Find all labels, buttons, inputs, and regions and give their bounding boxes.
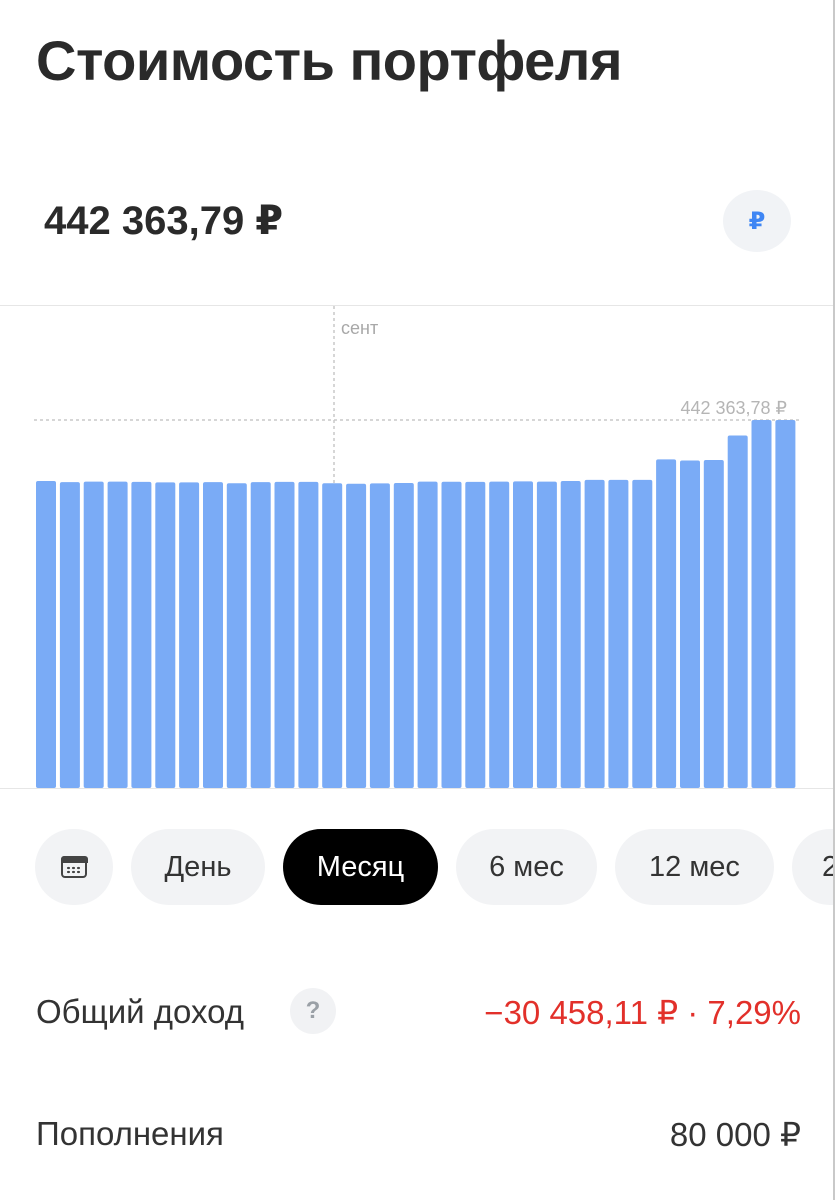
chart-bar	[513, 481, 533, 788]
chart-bar	[83, 481, 104, 788]
chart-bar	[489, 481, 510, 788]
chart-bar	[59, 482, 80, 788]
period-6m-button[interactable]: 6 мес	[456, 829, 597, 905]
question-icon: ?	[305, 997, 321, 1024]
period-selector: День Месяц 6 мес 12 мес 2	[0, 828, 833, 908]
chart-bar	[608, 479, 629, 788]
calendar-icon	[60, 855, 88, 878]
help-button[interactable]: ?	[290, 988, 336, 1034]
period-12m-button[interactable]: 12 мес	[615, 829, 774, 905]
chart-svg: сент 442 363,78 ₽	[34, 306, 800, 788]
chart-bar	[393, 483, 414, 788]
chart-bar	[680, 460, 700, 788]
chart-bar	[584, 479, 605, 788]
portfolio-value: 442 363,79 ₽	[44, 199, 284, 243]
chart-bar	[322, 483, 343, 788]
calendar-button[interactable]	[35, 829, 113, 905]
chart-bar	[346, 483, 367, 788]
total-income-value: −30 458,11 ₽ · 7,29%	[484, 994, 801, 1031]
chart-bar	[298, 481, 319, 788]
chart-bar	[203, 482, 223, 788]
chart-bar	[727, 435, 748, 788]
chart-bar	[417, 481, 438, 788]
chart-bar	[179, 482, 200, 788]
chart-bar	[441, 481, 462, 788]
bar-group	[36, 420, 796, 788]
deposits-value: 80 000 ₽	[669, 1116, 801, 1153]
max-value-label: 442 363,78 ₽	[680, 398, 787, 418]
chart-bar	[703, 460, 724, 788]
chart-bar	[250, 482, 271, 788]
chart-bar	[751, 420, 772, 788]
chart-bar	[775, 420, 796, 788]
chart-bar	[107, 481, 128, 788]
chart-bar	[536, 481, 557, 788]
currency-button[interactable]: ₽	[723, 190, 791, 252]
chart-bar	[656, 459, 677, 788]
total-income-label: Общий доход	[36, 993, 245, 1030]
chart-bar	[155, 482, 176, 788]
chart-bar	[465, 481, 486, 788]
period-more-button[interactable]: 2	[792, 829, 833, 905]
period-month-button[interactable]: Месяц	[283, 829, 438, 905]
chart-bar	[36, 481, 56, 788]
month-marker-label: сент	[341, 318, 378, 338]
chart-bar	[369, 483, 390, 788]
portfolio-chart[interactable]: сент 442 363,78 ₽	[0, 305, 833, 789]
deposits-label: Пополнения	[36, 1115, 224, 1152]
page-title: Стоимость портфеля	[36, 29, 623, 92]
period-day-button[interactable]: День	[131, 829, 265, 905]
chart-bar	[131, 481, 152, 788]
chart-bar	[632, 479, 653, 788]
chart-bar	[274, 481, 295, 788]
chart-bar	[226, 483, 247, 788]
ruble-icon: ₽	[748, 207, 766, 235]
chart-bar	[560, 481, 581, 788]
